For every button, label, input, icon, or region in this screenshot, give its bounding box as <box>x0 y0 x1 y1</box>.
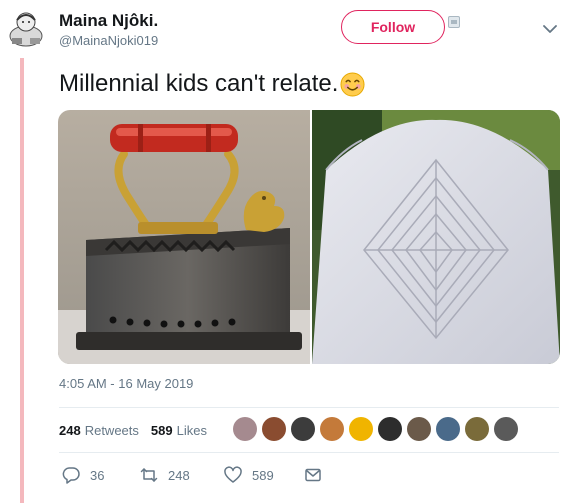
display-name[interactable]: Maina Njôki. <box>59 11 158 31</box>
heart-icon <box>224 466 242 483</box>
tweet-text: Millennial kids can't relate. <box>59 70 365 98</box>
divider-bottom <box>59 452 559 453</box>
liker-avatar[interactable] <box>465 417 489 441</box>
likes-label: Likes <box>176 423 207 438</box>
liker-avatar[interactable] <box>378 417 402 441</box>
reply-button[interactable]: 36 <box>62 466 140 484</box>
retweets-label: Retweets <box>84 423 139 438</box>
envelope-icon <box>305 468 321 482</box>
retweets-stat[interactable]: 248 Retweets <box>59 423 139 438</box>
follow-label: Follow <box>370 19 416 35</box>
divider-top <box>59 407 559 408</box>
tweet-media[interactable] <box>58 110 560 364</box>
liker-avatar[interactable] <box>407 417 431 441</box>
reply-icon <box>62 467 80 484</box>
tweet-actions: 36 248 589 <box>62 466 322 484</box>
direct-message-button[interactable] <box>304 466 322 484</box>
like-button[interactable]: 589 <box>224 466 304 484</box>
liker-avatar[interactable] <box>262 417 286 441</box>
charcoal-iron-photo[interactable] <box>58 110 310 364</box>
reply-count: 36 <box>90 467 105 483</box>
smiling-face-emoji-icon <box>340 71 365 97</box>
avatar[interactable] <box>6 8 46 50</box>
liker-avatar[interactable] <box>349 417 373 441</box>
creased-shirt-photo[interactable] <box>312 110 560 364</box>
retweets-count: 248 <box>59 423 81 438</box>
liker-avatar[interactable] <box>494 417 518 441</box>
tweet-source-icon <box>448 16 460 28</box>
chevron-down-icon[interactable] <box>543 24 557 34</box>
retweet-button[interactable]: 248 <box>140 466 224 484</box>
retweet-icon <box>140 468 158 482</box>
tweet-timestamp[interactable]: 4:05 AM - 16 May 2019 <box>59 376 193 391</box>
liker-avatars <box>233 417 523 441</box>
likes-count: 589 <box>150 423 173 438</box>
engagement-stats: 248 Retweets 589 Likes <box>59 423 219 438</box>
likes-stat[interactable]: 589 Likes <box>151 423 207 438</box>
tweet-text-content: Millennial kids can't relate. <box>59 70 339 97</box>
follow-button[interactable]: Follow <box>341 10 445 44</box>
user-handle[interactable]: @MainaNjoki019 <box>59 33 158 48</box>
liker-avatar[interactable] <box>436 417 460 441</box>
liker-avatar[interactable] <box>320 417 344 441</box>
like-count: 589 <box>252 467 274 483</box>
thread-rail <box>20 58 24 503</box>
liker-avatar[interactable] <box>233 417 257 441</box>
liker-avatar[interactable] <box>291 417 315 441</box>
retweet-count: 248 <box>168 467 190 483</box>
